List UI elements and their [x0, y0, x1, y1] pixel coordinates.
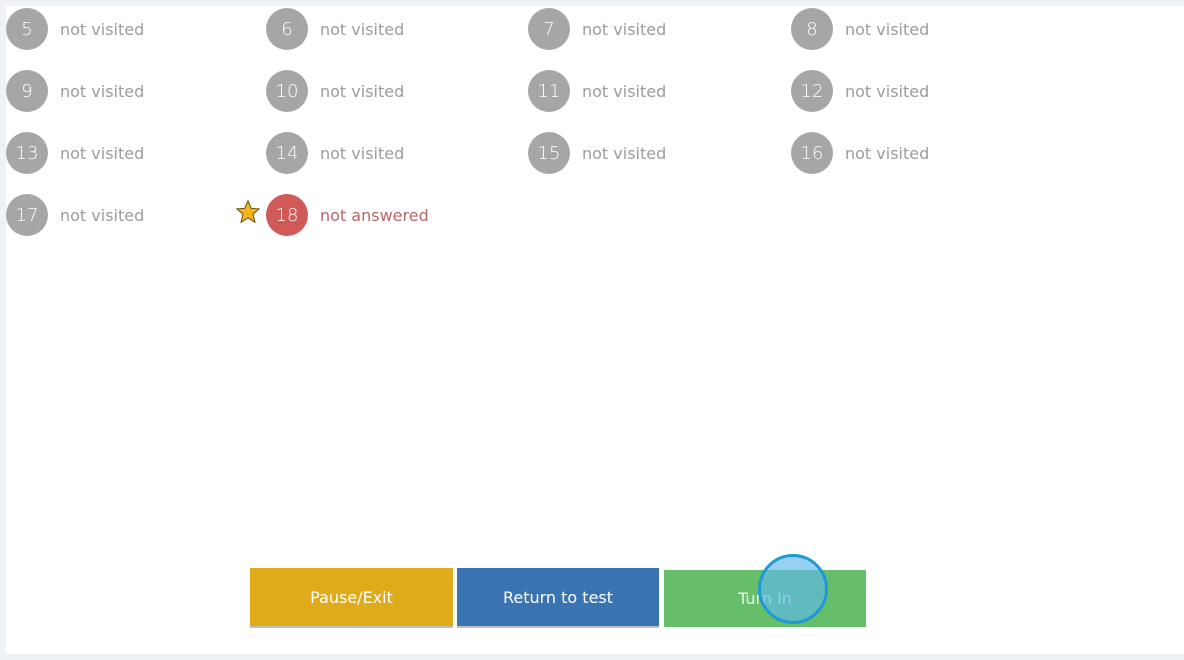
question-item-11[interactable]: 11 not visited: [528, 69, 666, 113]
question-status: not answered: [320, 205, 429, 225]
question-status: not visited: [582, 19, 667, 39]
review-panel: 5 not visited 6 not visited 7 not visite…: [6, 6, 1184, 654]
question-number: 15: [528, 132, 570, 174]
question-status: not visited: [60, 19, 145, 39]
question-status: not visited: [845, 19, 930, 39]
question-item-7[interactable]: 7 not visited: [528, 7, 666, 51]
question-status: not visited: [845, 143, 930, 163]
question-number: 13: [6, 132, 48, 174]
question-item-10[interactable]: 10 not visited: [266, 69, 404, 113]
question-item-9[interactable]: 9 not visited: [6, 69, 144, 113]
flag-star-icon[interactable]: [235, 199, 261, 225]
question-item-13[interactable]: 13 not visited: [6, 131, 144, 175]
question-status: not visited: [582, 81, 667, 101]
question-item-15[interactable]: 15 not visited: [528, 131, 666, 175]
question-number: 12: [791, 70, 833, 112]
question-number: 17: [6, 194, 48, 236]
question-item-12[interactable]: 12 not visited: [791, 69, 929, 113]
question-item-6[interactable]: 6 not visited: [266, 7, 404, 51]
question-item-8[interactable]: 8 not visited: [791, 7, 929, 51]
question-item-5[interactable]: 5 not visited: [6, 7, 144, 51]
question-status: not visited: [320, 19, 405, 39]
return-to-test-button[interactable]: Return to test: [457, 568, 659, 626]
question-status: not visited: [845, 81, 930, 101]
question-item-18[interactable]: 18 not answered: [266, 193, 429, 237]
question-status: not visited: [582, 143, 667, 163]
question-status: not visited: [320, 143, 405, 163]
question-status: not visited: [60, 143, 145, 163]
question-number: 7: [528, 8, 570, 50]
question-number: 16: [791, 132, 833, 174]
pause-exit-button[interactable]: Pause/Exit: [250, 568, 453, 626]
question-status: not visited: [320, 81, 405, 101]
click-indicator: [758, 554, 828, 624]
question-status: not visited: [60, 81, 145, 101]
question-number: 14: [266, 132, 308, 174]
question-number: 5: [6, 8, 48, 50]
question-number: 18: [266, 194, 308, 236]
question-number: 10: [266, 70, 308, 112]
question-number: 9: [6, 70, 48, 112]
question-number: 6: [266, 8, 308, 50]
question-status: not visited: [60, 205, 145, 225]
question-number: 8: [791, 8, 833, 50]
question-number: 11: [528, 70, 570, 112]
question-item-17[interactable]: 17 not visited: [6, 193, 144, 237]
question-item-16[interactable]: 16 not visited: [791, 131, 929, 175]
question-item-14[interactable]: 14 not visited: [266, 131, 404, 175]
